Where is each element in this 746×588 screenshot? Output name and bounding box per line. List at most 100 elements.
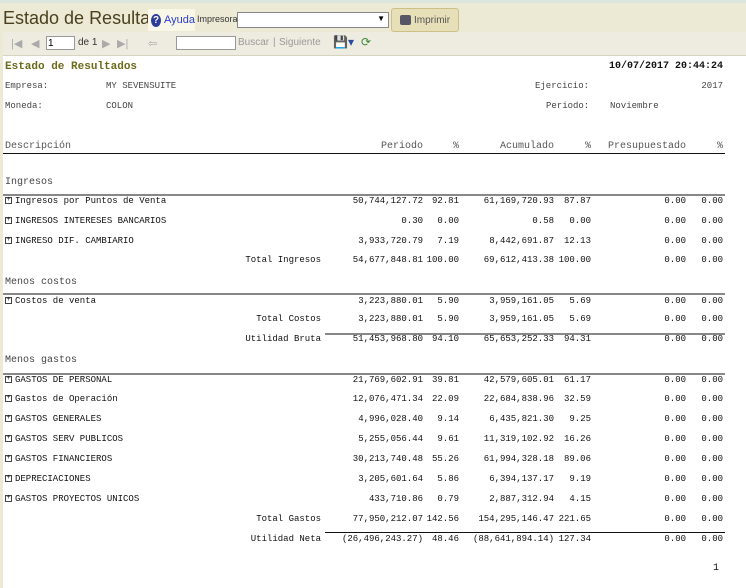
expand-icon[interactable]: + — [5, 297, 12, 305]
column-header-3: Acumulado — [499, 141, 554, 152]
row-description: GASTOS PROYECTOS UNICOS — [15, 494, 140, 504]
section-title: Menos gastos — [5, 355, 78, 366]
back-icon[interactable]: ⇦ — [148, 37, 157, 50]
total-label: Utilidad Bruta — [245, 334, 321, 344]
row-description: DEPRECIACIONES — [15, 474, 91, 484]
total-value: 0.00 — [664, 314, 686, 324]
cell-value: 0.00 — [664, 375, 686, 385]
row-description: INGRESOS INTERESES BANCARIOS — [15, 216, 167, 226]
help-icon: ? — [151, 13, 161, 27]
total-value: 77,950,212.07 — [352, 514, 423, 524]
report-title: Estado de Resultados — [5, 61, 138, 73]
column-header-2: % — [452, 141, 459, 152]
column-header-description: Descripción — [5, 141, 72, 152]
expand-icon[interactable]: + — [5, 197, 12, 205]
table-row-expand[interactable]: + GASTOS GENERALES — [5, 414, 101, 424]
expand-icon[interactable]: + — [5, 217, 12, 225]
expand-icon[interactable]: + — [5, 435, 12, 443]
total-value: 100.00 — [558, 255, 591, 265]
row-description: GASTOS FINANCIEROS — [15, 454, 113, 464]
total-value: 3,959,161.05 — [489, 314, 554, 324]
expand-icon[interactable]: + — [5, 495, 12, 503]
table-row-expand[interactable]: + GASTOS DE PERSONAL — [5, 375, 112, 385]
cell-value: 6,394,137.17 — [489, 474, 554, 484]
last-page-icon[interactable]: ▶| — [117, 37, 128, 50]
refresh-icon[interactable]: ⟳ — [361, 35, 371, 49]
printer-select[interactable]: ▼ — [237, 12, 389, 28]
cell-value: 4.15 — [569, 494, 591, 504]
help-button[interactable]: ? Ayuda — [148, 9, 195, 31]
table-row-expand[interactable]: + GASTOS FINANCIEROS — [5, 454, 112, 464]
next-page-icon[interactable]: ▶ — [102, 37, 110, 50]
prev-page-icon[interactable]: ◀ — [31, 37, 39, 50]
find-input[interactable] — [176, 36, 236, 50]
cell-value: 89.06 — [563, 454, 591, 464]
cell-value: 16.26 — [563, 434, 591, 444]
cell-value: 21,769,602.91 — [352, 375, 423, 385]
cell-value: 0.00 — [701, 454, 723, 464]
export-icon[interactable]: 💾▾ — [333, 35, 354, 49]
table-row-expand[interactable]: + Gastos de Operación — [5, 394, 118, 404]
cell-value: 0.00 — [664, 434, 686, 444]
total-value: 0.00 — [701, 314, 723, 324]
row-description: GASTOS SERV PUBLICOS — [15, 434, 124, 444]
table-row-expand[interactable]: + GASTOS SERV PUBLICOS — [5, 434, 123, 444]
cell-value: 5.69 — [569, 296, 591, 306]
section-title: Ingresos — [5, 177, 54, 188]
total-value: 3,223,880.01 — [358, 314, 423, 324]
chevron-down-icon: ▼ — [377, 14, 385, 23]
cell-value: 5,255,056.44 — [358, 434, 423, 444]
table-row-expand[interactable]: + DEPRECIACIONES — [5, 474, 91, 484]
report-datetime: 10/07/2017 20:44:24 — [608, 61, 723, 72]
cell-value: 55.26 — [431, 454, 459, 464]
subtotal-divider — [325, 532, 725, 533]
cell-value: 3,933,720.79 — [358, 236, 423, 246]
cell-value: 7.19 — [437, 236, 459, 246]
cell-value: 0.00 — [664, 196, 686, 206]
expand-icon[interactable]: + — [5, 455, 12, 463]
total-value: 154,295,146.47 — [478, 514, 554, 524]
row-description: INGRESO DIF. CAMBIARIO — [15, 236, 134, 246]
table-row-expand[interactable]: + Ingresos por Puntos de Venta — [5, 196, 166, 206]
cell-value: 3,223,880.01 — [358, 296, 423, 306]
cell-value: 0.00 — [664, 454, 686, 464]
column-header-1: Periodo — [380, 141, 423, 152]
cell-value: 12,076,471.34 — [352, 394, 423, 404]
cell-value: 5.90 — [437, 296, 459, 306]
table-row-expand[interactable]: + INGRESOS INTERESES BANCARIOS — [5, 216, 166, 226]
table-row-expand[interactable]: + INGRESO DIF. CAMBIARIO — [5, 236, 134, 246]
cell-value: 6,435,821.30 — [489, 414, 554, 424]
page-count: de 1 — [78, 37, 98, 48]
table-row-expand[interactable]: + GASTOS PROYECTOS UNICOS — [5, 494, 139, 504]
first-page-icon[interactable]: |◀ — [11, 37, 22, 50]
cell-value: 0.58 — [532, 216, 554, 226]
cell-value: 11,319,102.92 — [483, 434, 554, 444]
periodo-label: Periodo: — [546, 101, 590, 111]
find-link[interactable]: Buscar — [238, 37, 269, 48]
page-input[interactable] — [46, 36, 75, 50]
cell-value: 2,887,312.94 — [489, 494, 554, 504]
table-row-expand[interactable]: + Costos de venta — [5, 296, 96, 306]
expand-icon[interactable]: + — [5, 395, 12, 403]
total-value: 0.00 — [664, 255, 686, 265]
expand-icon[interactable]: + — [5, 415, 12, 423]
cell-value: 3,205,601.64 — [358, 474, 423, 484]
total-value: 5.90 — [437, 314, 459, 324]
total-value: 0.00 — [664, 514, 686, 524]
total-value: 0.00 — [664, 534, 686, 544]
print-label: Imprimir — [414, 14, 451, 26]
total-value: (88,641,894.14) — [472, 534, 554, 544]
total-value: 65,653,252.33 — [483, 334, 554, 344]
total-value: 94.10 — [431, 334, 459, 344]
next-link[interactable]: Siguiente — [279, 37, 321, 48]
cell-value: 9.14 — [437, 414, 459, 424]
cell-value: 30,213,740.48 — [352, 454, 423, 464]
help-label: Ayuda — [164, 14, 195, 26]
expand-icon[interactable]: + — [5, 475, 12, 483]
expand-icon[interactable]: + — [5, 237, 12, 245]
print-button[interactable]: Imprimir — [391, 8, 459, 32]
row-description: GASTOS DE PERSONAL — [15, 375, 113, 385]
cell-value: 0.00 — [701, 414, 723, 424]
cell-value: 0.00 — [569, 216, 591, 226]
expand-icon[interactable]: + — [5, 376, 12, 384]
